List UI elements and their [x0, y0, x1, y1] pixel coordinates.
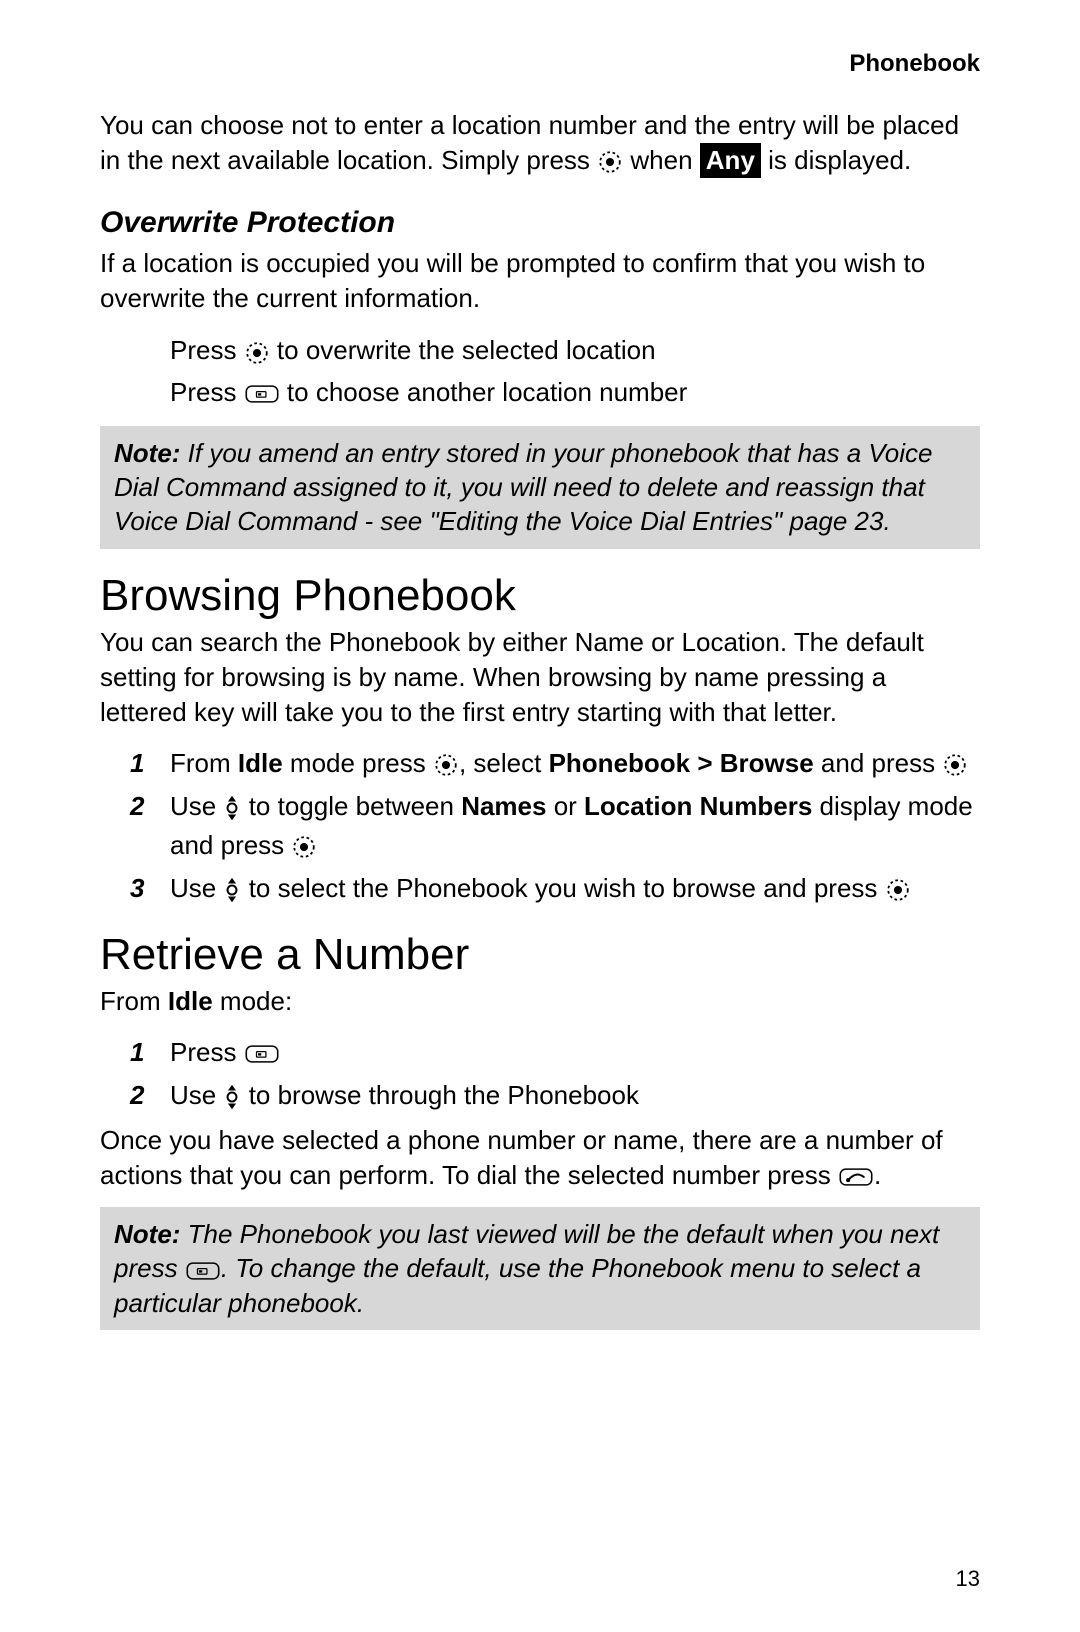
step-number: 1: [130, 1033, 148, 1072]
text: to choose another location number: [287, 377, 687, 407]
page: Phonebook You can choose not to enter a …: [0, 0, 1080, 1632]
text: to browse through the Phonebook: [241, 1080, 639, 1110]
overwrite-heading: Overwrite Protection: [100, 206, 980, 240]
retrieve-steps: 1 Press 2 Use to browse through the Phon…: [130, 1033, 980, 1115]
overwrite-paragraph: If a location is occupied you will be pr…: [100, 246, 980, 316]
softkey-icon: [244, 1043, 280, 1065]
text: Press: [170, 1037, 244, 1067]
note-text: If you amend an entry stored in your pho…: [114, 438, 933, 537]
text: mode:: [213, 986, 293, 1016]
text: Use: [170, 873, 223, 903]
retrieve-tail: Once you have selected a phone number or…: [100, 1123, 980, 1193]
softkey-icon: [185, 1260, 221, 1282]
text: From: [170, 748, 238, 778]
browsing-paragraph: You can search the Phonebook by either N…: [100, 625, 980, 730]
retrieve-intro: From Idle mode:: [100, 984, 980, 1019]
step-2: 2 Use to toggle between Names or Locatio…: [130, 787, 980, 865]
note-voice-dial: Note: If you amend an entry stored in yo…: [100, 426, 980, 549]
intro-paragraph: You can choose not to enter a location n…: [100, 108, 980, 178]
nav-key-icon: [223, 795, 241, 821]
browsing-heading: Browsing Phonebook: [100, 571, 980, 621]
text: From: [100, 986, 168, 1016]
ok-button-icon: [885, 877, 911, 903]
text: Press: [170, 335, 244, 365]
text: to overwrite the selected location: [277, 335, 656, 365]
text: mode press: [283, 748, 433, 778]
note-label: Note:: [114, 438, 180, 468]
page-number: 13: [956, 1566, 980, 1592]
text: . To change the default, use the Phonebo…: [114, 1253, 921, 1317]
step-2: 2 Use to browse through the Phonebook: [130, 1076, 980, 1115]
names-label: Names: [461, 791, 546, 821]
nav-key-icon: [223, 1084, 241, 1110]
note-label: Note:: [114, 1219, 180, 1249]
ok-button-icon: [291, 834, 317, 860]
step-1: 1 From Idle mode press , select Phoneboo…: [130, 744, 980, 783]
idle-label: Idle: [168, 986, 213, 1016]
step-number: 2: [130, 787, 148, 865]
step-3: 3 Use to select the Phonebook you wish t…: [130, 869, 980, 908]
ok-button-icon: [244, 340, 270, 366]
text: Use: [170, 1080, 223, 1110]
idle-label: Idle: [238, 748, 283, 778]
ok-button-icon: [942, 752, 968, 778]
text: Use: [170, 791, 223, 821]
text: Once you have selected a phone number or…: [100, 1125, 943, 1190]
note-default-phonebook: Note: The Phonebook you last viewed will…: [100, 1207, 980, 1330]
text: or: [546, 791, 584, 821]
text: and press: [814, 748, 943, 778]
page-header: Phonebook: [100, 50, 980, 78]
call-key-icon: [838, 1166, 874, 1188]
browsing-steps: 1 From Idle mode press , select Phoneboo…: [130, 744, 980, 908]
text: to select the Phonebook you wish to brow…: [241, 873, 884, 903]
softkey-icon: [244, 383, 280, 405]
nav-key-icon: [223, 877, 241, 903]
any-label: Any: [700, 143, 761, 178]
text: is displayed.: [768, 145, 911, 175]
menu-path: Phonebook > Browse: [549, 748, 814, 778]
step-1: 1 Press: [130, 1033, 980, 1072]
ok-button-icon: [433, 752, 459, 778]
step-number: 2: [130, 1076, 148, 1115]
text: .: [874, 1160, 881, 1190]
location-numbers-label: Location Numbers: [584, 791, 812, 821]
text: Press: [170, 377, 244, 407]
text: when: [630, 145, 699, 175]
overwrite-instructions: Press to overwrite the selected location…: [170, 330, 980, 413]
retrieve-heading: Retrieve a Number: [100, 930, 980, 980]
step-number: 3: [130, 869, 148, 908]
text: to toggle between: [241, 791, 461, 821]
ok-button-icon: [597, 149, 623, 175]
text: , select: [459, 748, 549, 778]
step-number: 1: [130, 744, 148, 783]
